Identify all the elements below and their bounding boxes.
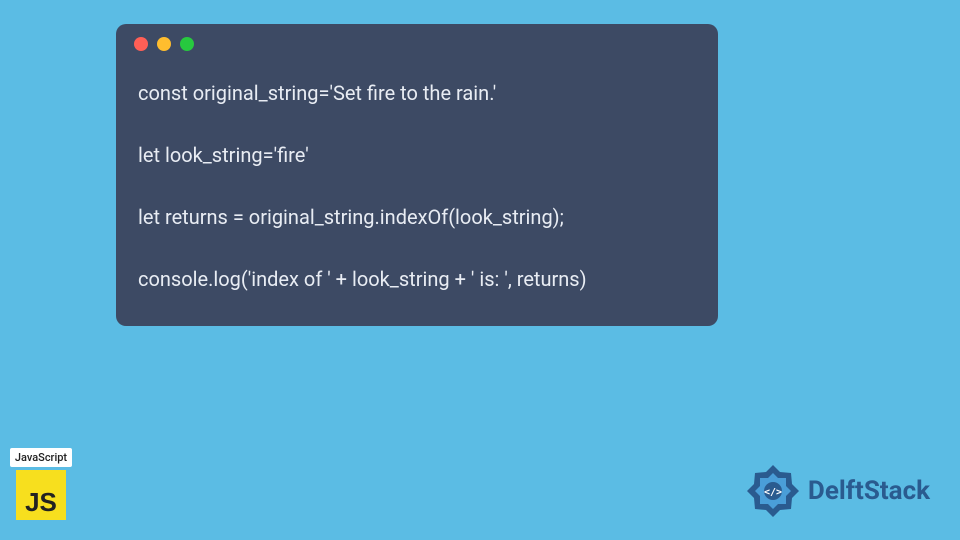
javascript-badge: JavaScript JS (10, 448, 72, 520)
delftstack-label: DelftStack (808, 476, 930, 506)
javascript-icon: JS (16, 470, 66, 520)
code-line: const original_string='Set fire to the r… (138, 76, 696, 110)
code-line: console.log('index of ' + look_string + … (138, 262, 696, 296)
delftstack-icon: </> (744, 462, 802, 520)
code-line: let returns = original_string.indexOf(lo… (138, 200, 696, 234)
svg-text:</>: </> (764, 487, 782, 498)
javascript-label: JavaScript (10, 448, 72, 467)
code-line: let look_string='fire' (138, 138, 696, 172)
code-window: const original_string='Set fire to the r… (116, 24, 718, 326)
delftstack-logo: </> DelftStack (744, 462, 930, 520)
code-body: const original_string='Set fire to the r… (116, 64, 718, 326)
window-titlebar (116, 24, 718, 64)
minimize-icon[interactable] (157, 37, 171, 51)
close-icon[interactable] (134, 37, 148, 51)
maximize-icon[interactable] (180, 37, 194, 51)
